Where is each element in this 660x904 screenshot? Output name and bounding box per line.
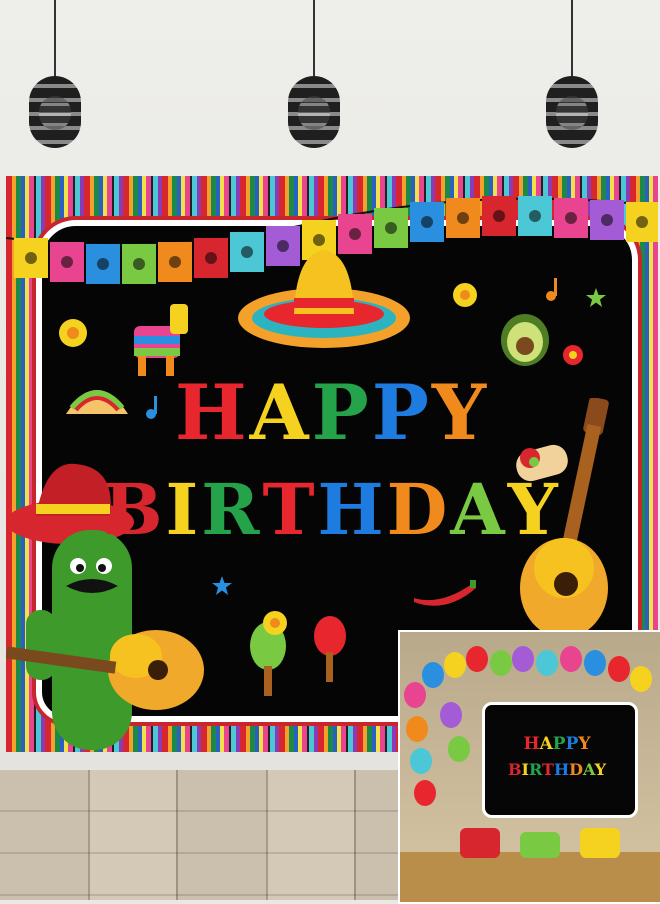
inset-party-table: [400, 852, 660, 902]
balloon-icon: [560, 646, 582, 672]
balloon-icon: [608, 656, 630, 682]
treat-jar: [580, 828, 620, 858]
pendant-lamp-icon: [286, 0, 342, 150]
balloon-icon: [410, 748, 432, 774]
balloon-icon: [584, 650, 606, 676]
chili-pepper-icon: [414, 580, 476, 606]
balloon-icon: [448, 736, 470, 762]
balloon-icon: [630, 666, 652, 692]
inset-title-birthday: BIRTHDAY: [508, 760, 606, 779]
inset-party-photo: HAPPY BIRTHDAY: [398, 630, 660, 904]
sombrero-icon: [238, 250, 410, 348]
star-icon: [212, 576, 232, 595]
balloon-icon: [414, 780, 436, 806]
music-note-icon: [546, 278, 557, 301]
balloon-icon: [422, 662, 444, 688]
title-birthday: BIRTHDAY: [103, 468, 561, 551]
flower-icon: [263, 611, 287, 635]
balloon-icon: [404, 682, 426, 708]
balloon-icon: [440, 702, 462, 728]
flower-icon: [59, 319, 87, 347]
treat-jar: [520, 832, 560, 858]
balloon-icon: [444, 652, 466, 678]
balloon-icon: [466, 646, 488, 672]
pendant-lamp-icon: [544, 0, 600, 150]
star-icon: [586, 288, 606, 307]
flower-icon: [563, 345, 583, 365]
balloon-icon: [406, 716, 428, 742]
title-happy: HAPPY: [174, 368, 490, 457]
flower-icon: [453, 283, 477, 307]
balloon-icon: [512, 646, 534, 672]
balloon-icon: [536, 650, 558, 676]
pendant-lamp-icon: [27, 0, 83, 150]
avocado-icon: [501, 314, 549, 366]
balloon-icon: [490, 650, 512, 676]
inset-title-happy: HAPPY: [523, 734, 591, 754]
treat-jar: [460, 828, 500, 858]
